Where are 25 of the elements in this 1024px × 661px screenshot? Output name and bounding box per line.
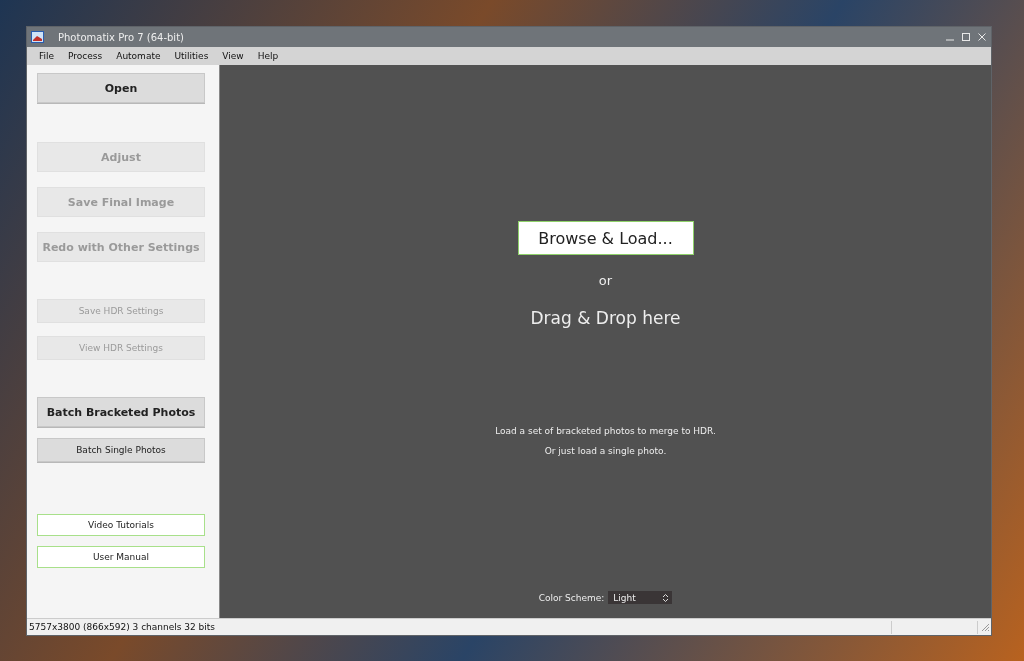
color-scheme-label: Color Scheme: — [538, 592, 605, 603]
app-icon — [31, 31, 44, 43]
menu-item[interactable]: Help — [257, 51, 279, 61]
drop-hint: Drag & Drop here — [530, 308, 681, 328]
link-button[interactable]: User Manual — [37, 546, 205, 568]
or-label: or — [598, 273, 613, 288]
menu-item[interactable]: Utilities — [174, 51, 209, 61]
link-button[interactable]: Video Tutorials — [37, 514, 205, 536]
maximize-icon[interactable] — [961, 32, 971, 42]
menu-item[interactable]: Process — [68, 51, 103, 61]
spinner-arrows-icon — [662, 592, 670, 603]
hint-text: Load a set of bracketed photos to merge to HDR. — [495, 426, 716, 436]
status-text: 5757x3800 (866x592) 3 channels 32 bits — [29, 622, 217, 632]
menu-item[interactable]: File — [39, 51, 55, 61]
window-title: Photomatix Pro 7 (64-bit) — [58, 31, 185, 43]
action-button[interactable]: Batch Single Photos — [37, 438, 205, 462]
action-button[interactable]: Batch Bracketed Photos — [37, 397, 205, 427]
hint-text: Or just load a single photo. — [544, 446, 667, 456]
menu-item[interactable]: View — [222, 51, 244, 61]
browse-button[interactable]: Browse & Load... — [517, 221, 694, 255]
close-icon[interactable] — [977, 32, 987, 42]
color-scheme-select[interactable]: Light — [608, 591, 673, 604]
menu-item[interactable]: Automate — [116, 51, 161, 61]
action-button[interactable]: Open — [37, 73, 205, 103]
resize-grip-icon[interactable] — [980, 622, 990, 632]
